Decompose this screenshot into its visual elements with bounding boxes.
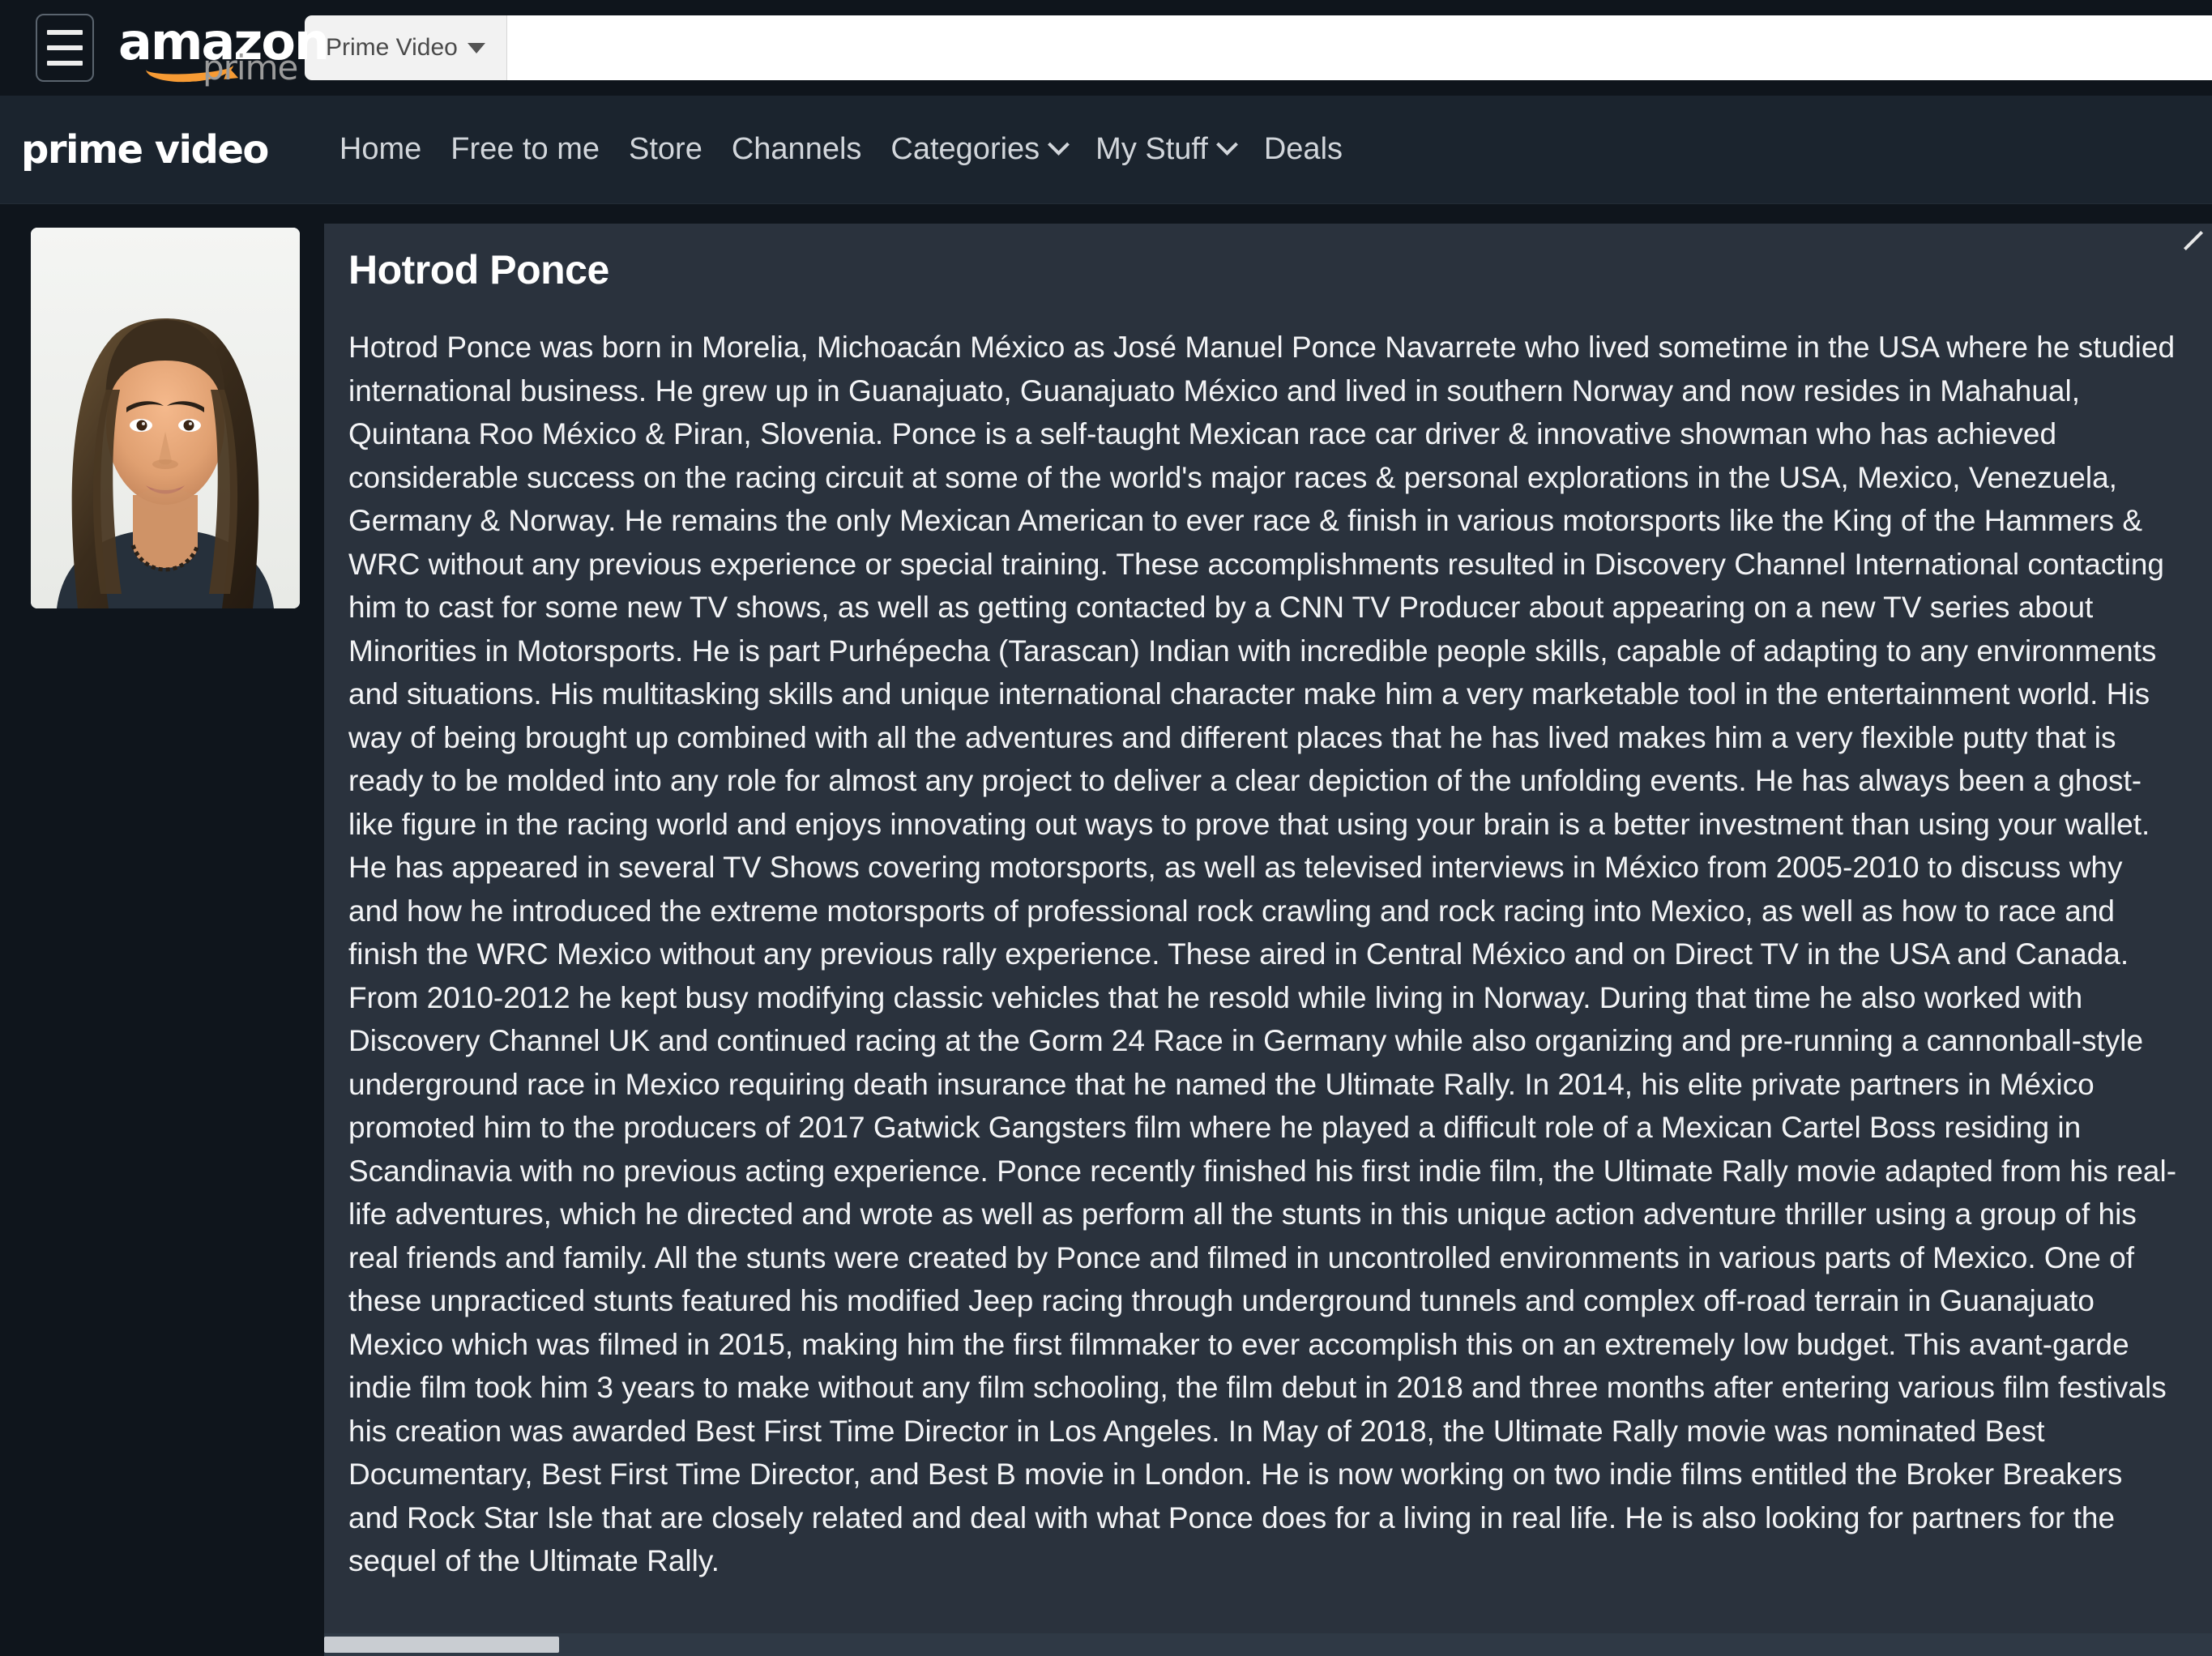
- amazon-prime-logo[interactable]: amazon prime: [118, 14, 330, 85]
- hamburger-bar-1: [47, 30, 83, 35]
- search-scope-dropdown[interactable]: Prime Video: [305, 15, 507, 80]
- amazon-top-bar: amazon prime Prime Video: [0, 0, 2212, 96]
- biography-text: Hotrod Ponce was born in Morelia, Michoa…: [348, 331, 2177, 1577]
- actor-headshot-photo: [31, 228, 300, 608]
- hamburger-menu-icon[interactable]: [36, 14, 94, 82]
- nav-item-deals[interactable]: Deals: [1249, 132, 1357, 167]
- page-title: Hotrod Ponce: [348, 247, 609, 292]
- chevron-down-icon: [1215, 134, 1238, 156]
- main-content: Hotrod Ponce Hotrod Ponce was born in Mo…: [0, 204, 2212, 1656]
- hamburger-bar-3: [47, 61, 83, 66]
- caret-down-icon: [467, 42, 485, 53]
- nav-item-categories[interactable]: Categories: [876, 132, 1081, 167]
- nav-item-home[interactable]: Home: [325, 132, 436, 167]
- horizontal-scrollbar-thumb[interactable]: [324, 1637, 559, 1653]
- nav-item-free-to-me[interactable]: Free to me: [436, 132, 614, 167]
- nav-links: Home Free to me Store Channels Categorie…: [325, 132, 1357, 167]
- headshot-illustration: [31, 228, 300, 608]
- nav-item-label: My Stuff: [1095, 132, 1208, 166]
- nav-item-label: Channels: [731, 132, 862, 166]
- search-bar: Prime Video: [305, 15, 2212, 80]
- nav-item-store[interactable]: Store: [614, 132, 717, 167]
- biography-panel: Hotrod Ponce Hotrod Ponce was born in Mo…: [324, 224, 2212, 1633]
- resize-handle-icon[interactable]: [2183, 230, 2204, 251]
- nav-item-label: Store: [629, 132, 702, 166]
- nav-item-channels[interactable]: Channels: [717, 132, 877, 167]
- nav-item-label: Home: [339, 132, 422, 166]
- nav-item-label: Categories: [890, 132, 1040, 166]
- horizontal-scrollbar-track[interactable]: [324, 1633, 2212, 1656]
- chevron-down-icon: [1048, 134, 1070, 156]
- nav-item-my-stuff[interactable]: My Stuff: [1081, 132, 1249, 167]
- prime-video-logo[interactable]: prime video: [21, 127, 269, 173]
- prime-subword: prime: [203, 48, 298, 87]
- prime-video-nav-bar: prime video Home Free to me Store Channe…: [0, 96, 2212, 204]
- nav-item-label: Deals: [1263, 132, 1343, 166]
- search-scope-label: Prime Video: [326, 34, 458, 61]
- search-input[interactable]: [506, 15, 2212, 80]
- hamburger-bar-2: [47, 45, 83, 50]
- nav-item-label: Free to me: [451, 132, 600, 166]
